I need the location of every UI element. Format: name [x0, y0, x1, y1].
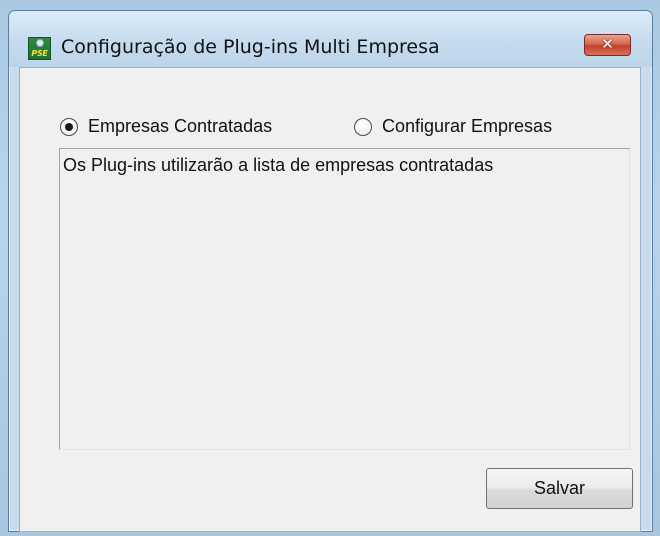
- title-bar[interactable]: PSE Configuração de Plug-ins Multi Empre…: [9, 11, 652, 67]
- radio-button-checked[interactable]: [60, 117, 78, 136]
- save-button[interactable]: Salvar: [486, 468, 633, 509]
- radio-empresas-contratadas[interactable]: Empresas Contratadas: [60, 116, 272, 137]
- info-message: Os Plug-ins utilizarão a lista de empres…: [63, 155, 494, 175]
- radio-label-configurar: Configurar Empresas: [382, 116, 553, 136]
- dialog-client-area: Empresas Contratadas Configurar Empresas…: [19, 67, 641, 532]
- close-icon: ✕: [601, 35, 614, 53]
- close-button[interactable]: ✕: [584, 34, 631, 56]
- radio-label-contratadas: Empresas Contratadas: [88, 116, 273, 136]
- radio-configurar-empresas[interactable]: Configurar Empresas: [354, 116, 552, 137]
- gear-icon: [36, 39, 44, 47]
- app-icon-label: PSE: [31, 49, 48, 58]
- dialog-window: PSE Configuração de Plug-ins Multi Empre…: [8, 10, 653, 532]
- pse-app-icon: PSE: [28, 37, 51, 60]
- window-title: Configuração de Plug-ins Multi Empresa: [61, 36, 440, 58]
- info-text-area: Os Plug-ins utilizarão a lista de empres…: [59, 148, 630, 450]
- radio-button-unchecked[interactable]: [354, 117, 372, 136]
